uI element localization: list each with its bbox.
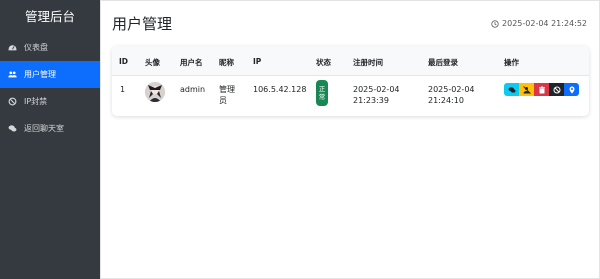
username: admin [180, 85, 206, 94]
chat-button[interactable] [504, 83, 519, 96]
ban-icon [553, 86, 560, 93]
table-header: ID 头像 用户名 昵称 IP 状态 注册时间 最后登录 操作 [112, 46, 589, 76]
column-header: 最后登录 [428, 58, 458, 67]
current-time: 2025-02-04 21:24:52 [491, 19, 587, 28]
column-header: 操作 [504, 58, 519, 67]
trash-icon [538, 86, 545, 93]
chat-icon [508, 86, 515, 93]
sidebar-item-ip-ban[interactable]: IP封禁 [0, 88, 100, 115]
ban-ip-button[interactable] [549, 83, 564, 96]
sidebar: 管理后台 仪表盘 用户管理 IP封禁 返回聊天室 [0, 0, 100, 279]
column-header: 头像 [145, 58, 160, 67]
location-icon [569, 86, 574, 93]
table-row: 1 admin 管理员 106.5.42.128 正常 2025-02-04 2… [112, 76, 589, 115]
row-actions [504, 83, 579, 96]
column-header: IP [253, 57, 262, 66]
clock-icon [491, 19, 499, 28]
locate-ip-button[interactable] [564, 83, 579, 96]
mute-user-button[interactable] [519, 83, 534, 96]
sidebar-item-users[interactable]: 用户管理 [0, 61, 100, 88]
column-header: 用户名 [180, 58, 203, 67]
sidebar-item-label: IP封禁 [24, 97, 48, 106]
avatar [145, 82, 165, 102]
user-id: 1 [120, 85, 126, 94]
chat-icon [7, 124, 17, 134]
column-header: 注册时间 [353, 58, 383, 67]
page-title: 用户管理 [112, 15, 173, 33]
delete-button[interactable] [534, 83, 549, 96]
timestamp-text: 2025-02-04 21:24:52 [502, 19, 587, 28]
main-content: 用户管理 2025-02-04 21:24:52 ID 头像 用户名 昵称 IP… [100, 0, 600, 279]
nickname: 管理员 [219, 85, 235, 105]
sidebar-item-label: 仪表盘 [24, 43, 48, 52]
column-header: ID [119, 57, 129, 66]
ban-icon [7, 97, 17, 107]
status-badge: 正常 [316, 80, 328, 106]
sidebar-item-label: 用户管理 [24, 70, 56, 79]
mute-user-icon [522, 85, 531, 94]
last-login-time: 2025-02-04 21:24:10 [428, 85, 475, 105]
users-icon [7, 70, 17, 80]
sidebar-item-chatroom[interactable]: 返回聊天室 [0, 115, 100, 142]
sidebar-brand: 管理后台 [24, 9, 75, 24]
column-header: 状态 [316, 58, 331, 67]
sidebar-item-label: 返回聊天室 [24, 124, 64, 133]
column-header: 昵称 [219, 58, 234, 67]
ip-address: 106.5.42.128 [253, 85, 307, 94]
dashboard-icon [7, 43, 17, 53]
registered-time: 2025-02-04 21:23:39 [353, 85, 400, 105]
sidebar-item-dashboard[interactable]: 仪表盘 [0, 34, 100, 61]
users-table: ID 头像 用户名 昵称 IP 状态 注册时间 最后登录 操作 1 admin … [112, 46, 589, 116]
